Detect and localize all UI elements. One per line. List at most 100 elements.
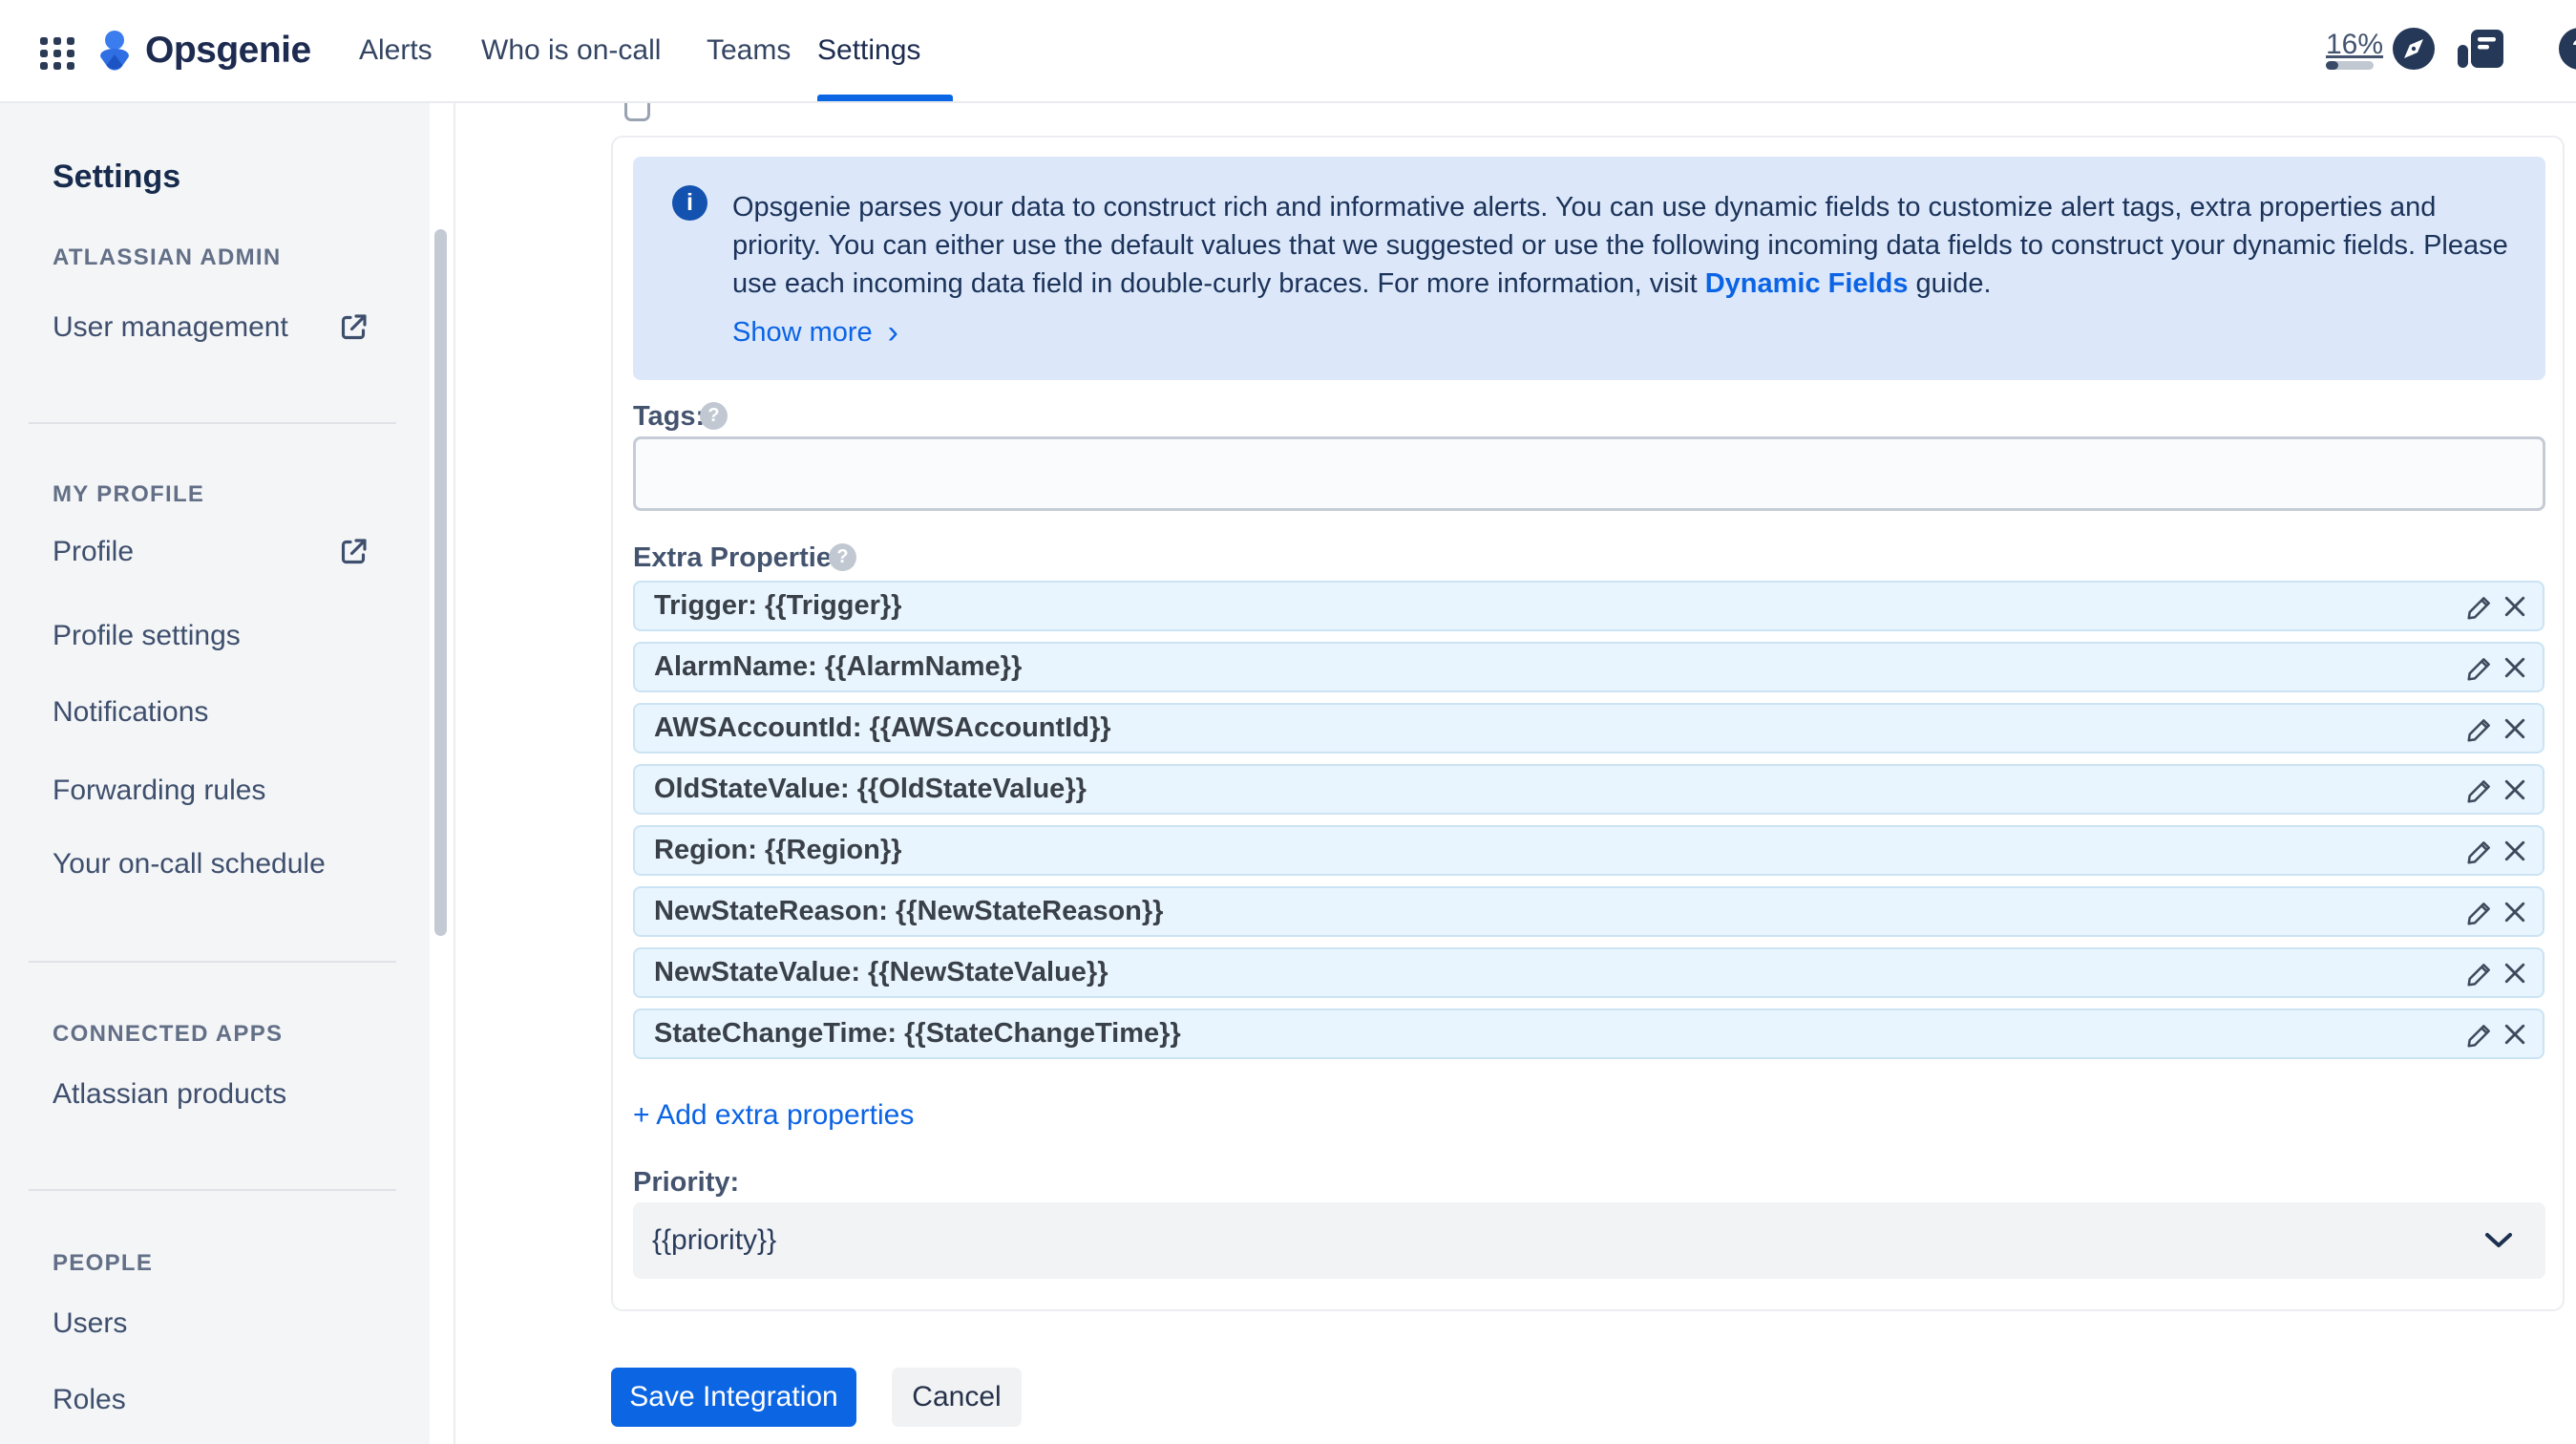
extra-properties-list: Trigger: {{Trigger}} AlarmName: {{AlarmN… (633, 581, 2544, 1059)
sidebar-item-your-on-call-schedule[interactable]: Your on-call schedule (53, 847, 326, 881)
info-text-line3-end: guide. (1908, 268, 1992, 299)
priority-label: Priority: (633, 1167, 740, 1198)
extra-property-row: Trigger: {{Trigger}} (633, 581, 2544, 631)
remove-property-button[interactable] (2498, 956, 2532, 990)
remove-property-button[interactable] (2498, 773, 2532, 807)
show-more-label: Show more (732, 317, 873, 348)
priority-selected-value: {{priority}} (652, 1224, 777, 1256)
settings-sidebar: Settings ATLASSIAN ADMIN User management… (0, 103, 455, 1444)
info-panel: i Opsgenie parses your data to construct… (633, 157, 2545, 380)
tags-help-icon[interactable]: ? (700, 402, 728, 430)
edit-property-button[interactable] (2463, 650, 2498, 685)
extra-property-row: StateChangeTime: {{StateChangeTime}} (633, 1009, 2544, 1059)
pencil-icon (2467, 596, 2490, 620)
extra-properties-help-icon[interactable]: ? (829, 543, 856, 571)
tags-input[interactable] (633, 436, 2545, 511)
app-switcher-button[interactable] (39, 34, 75, 71)
extra-properties-label: Extra Properties: (633, 542, 856, 573)
edit-property-button[interactable] (2463, 895, 2498, 929)
edit-property-button[interactable] (2463, 956, 2498, 990)
sidebar-item-notifications[interactable]: Notifications (53, 695, 208, 730)
cancel-button[interactable]: Cancel (892, 1368, 1022, 1427)
extra-property-row: Region: {{Region}} (633, 825, 2544, 876)
explore-button[interactable] (2393, 28, 2435, 70)
close-icon (2504, 718, 2525, 738)
remove-property-button[interactable] (2498, 589, 2532, 624)
remove-property-button[interactable] (2498, 834, 2532, 868)
edit-property-button[interactable] (2463, 773, 2498, 807)
sidebar-item-users[interactable]: Users (53, 1306, 127, 1341)
info-icon: i (672, 185, 707, 221)
remove-property-button[interactable] (2498, 895, 2532, 929)
pencil-icon (2467, 902, 2490, 925)
sidebar-item-atlassian-products[interactable]: Atlassian products (53, 1077, 286, 1112)
edit-property-button[interactable] (2463, 589, 2498, 624)
info-text-line2: priority. You can either use the default… (732, 230, 2417, 261)
edit-property-button[interactable] (2463, 711, 2498, 746)
extra-property-value: AlarmName: {{AlarmName}} (654, 651, 1023, 682)
close-icon (2504, 657, 2525, 677)
nav-tab-teams[interactable]: Teams (707, 0, 791, 101)
chevron-down-icon (2484, 1232, 2513, 1254)
save-integration-button[interactable]: Save Integration (611, 1368, 856, 1427)
extra-property-value: NewStateReason: {{NewStateReason}} (654, 896, 1164, 926)
extra-property-row: OldStateValue: {{OldStateValue}} (633, 764, 2544, 815)
nav-tab-alerts[interactable]: Alerts (359, 0, 433, 101)
nav-tab-settings[interactable]: Settings (817, 0, 920, 101)
extra-property-row: NewStateReason: {{NewStateReason}} (633, 886, 2544, 937)
whats-new-button[interactable] (2458, 30, 2507, 70)
question-mark-icon: ? (707, 405, 720, 426)
remove-property-button[interactable] (2498, 1017, 2532, 1051)
remove-property-button[interactable] (2498, 650, 2532, 685)
extra-property-value: Region: {{Region}} (654, 835, 902, 865)
close-icon (2504, 902, 2525, 922)
brand-name: Opsgenie (145, 30, 311, 71)
sidebar-item-user-management[interactable]: User management (53, 310, 288, 345)
sidebar-section-atlassian-admin: ATLASSIAN ADMIN (53, 244, 282, 270)
sidebar-divider (29, 961, 396, 963)
sidebar-item-profile-settings[interactable]: Profile settings (53, 619, 241, 653)
pencil-icon (2467, 718, 2490, 742)
pencil-icon (2467, 840, 2490, 864)
close-icon (2504, 840, 2525, 860)
opsgenie-logo[interactable]: Opsgenie (95, 27, 311, 74)
sidebar-item-profile[interactable]: Profile (53, 535, 134, 569)
extra-property-row: AlarmName: {{AlarmName}} (633, 642, 2544, 692)
top-nav-bar: Opsgenie Alerts Who is on-call Teams Set… (0, 0, 2576, 103)
external-link-icon (336, 535, 370, 569)
release-notes-icon (2458, 30, 2503, 68)
question-mark-icon: ? (836, 546, 849, 567)
sidebar-item-forwarding-rules[interactable]: Forwarding rules (53, 774, 265, 808)
add-extra-properties-link[interactable]: + Add extra properties (633, 1099, 914, 1132)
sidebar-section-connected-apps: CONNECTED APPS (53, 1021, 284, 1047)
info-icon-glyph: i (686, 189, 693, 216)
app-switcher-grid-icon (40, 37, 74, 70)
pencil-icon (2467, 1024, 2490, 1048)
sidebar-item-roles[interactable]: Roles (53, 1383, 126, 1417)
sidebar-section-my-profile: MY PROFILE (53, 481, 205, 507)
dynamic-fields-link[interactable]: Dynamic Fields (1705, 268, 1909, 299)
pencil-icon (2467, 963, 2490, 987)
pencil-icon (2467, 779, 2490, 803)
trial-progress-bar (2326, 61, 2374, 70)
help-button[interactable]: ? (2559, 28, 2576, 70)
edit-property-button[interactable] (2463, 834, 2498, 868)
opsgenie-logo-icon (100, 30, 129, 70)
show-more-link[interactable]: Show more › (732, 314, 898, 350)
extra-property-value: Trigger: {{Trigger}} (654, 590, 902, 621)
sidebar-scrollbar-thumb[interactable] (434, 229, 447, 936)
trial-progress-label[interactable]: 16% (2326, 29, 2383, 61)
extra-property-value: AWSAccountId: {{AWSAccountId}} (654, 712, 1111, 743)
nav-tab-who-is-on-call[interactable]: Who is on-call (481, 0, 661, 101)
help-icon: ? (2572, 34, 2576, 64)
priority-select[interactable]: {{priority}} (633, 1202, 2545, 1279)
sidebar-divider (29, 422, 396, 424)
extra-property-row: NewStateValue: {{NewStateValue}} (633, 947, 2544, 998)
integration-settings-card: i Opsgenie parses your data to construct… (611, 136, 2565, 1311)
chevron-right-icon: › (887, 314, 898, 350)
sidebar-divider (29, 1189, 396, 1191)
remove-property-button[interactable] (2498, 711, 2532, 746)
compass-icon (2393, 28, 2435, 70)
edit-property-button[interactable] (2463, 1017, 2498, 1051)
close-icon (2504, 963, 2525, 983)
